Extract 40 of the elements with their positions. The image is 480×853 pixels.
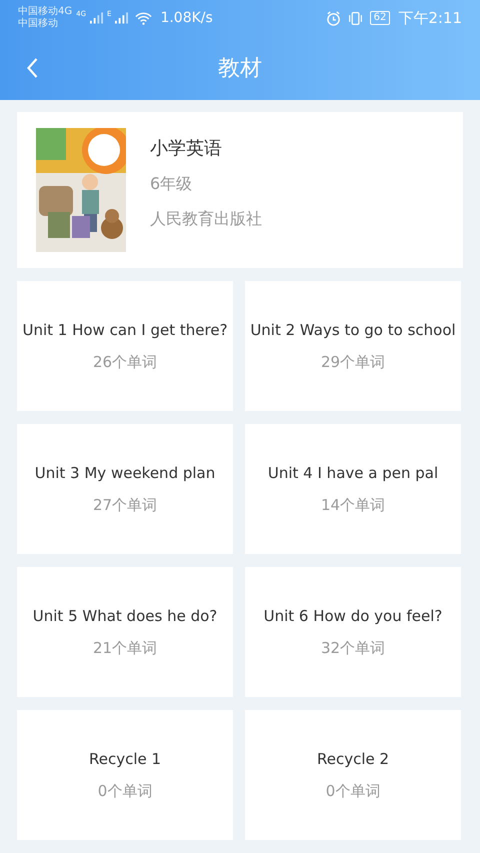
word-count: 29个单词 (320, 352, 386, 372)
word-count: 0个单词 (98, 782, 152, 800)
clock: 下午2:11 (398, 8, 462, 28)
unit-card[interactable]: Unit 2 Ways to go to school 29个单词 (245, 281, 461, 411)
unit-title: Unit 1 How can I get there? (22, 320, 228, 338)
word-count: 0个单词 (326, 782, 380, 800)
signal-icon (115, 12, 128, 24)
word-count: 26个单词 (92, 352, 158, 372)
unit-card[interactable]: Unit 1 How can I get there? 26个单词 (17, 281, 233, 411)
unit-card[interactable]: Unit 6 How do you feel? 32个单词 (245, 567, 461, 697)
unit-card[interactable]: Unit 4 I have a pen pal 14个单词 (245, 424, 461, 554)
book-card[interactable]: 小学英语 6年级 人民教育出版社 (17, 112, 463, 268)
unit-title: Unit 3 My weekend plan (34, 464, 216, 482)
book-publisher: 人民教育出版社 (150, 209, 262, 230)
signal-icon (90, 12, 104, 24)
unit-title: Unit 2 Ways to go to school (250, 320, 456, 338)
unit-title: Unit 4 I have a pen pal (268, 464, 438, 482)
book-grade: 6年级 (150, 174, 194, 195)
book-title: 小学英语 (150, 137, 223, 160)
back-icon[interactable] (26, 57, 39, 79)
vibrate-icon (348, 10, 363, 26)
unit-title: Recycle 2 (316, 750, 390, 768)
carrier-label: 中国移动4G (18, 6, 72, 18)
page-title: 教材 (218, 55, 262, 83)
unit-title: Unit 5 What does he do? (32, 606, 218, 624)
word-count: 32个单词 (320, 638, 386, 658)
network-speed: 1.08K/s (160, 10, 213, 26)
battery-indicator: 62 (370, 11, 390, 25)
unit-card[interactable]: Unit 5 What does he do? 21个单词 (17, 567, 233, 697)
unit-title: Unit 6 How do you feel? (264, 606, 442, 624)
word-count: 21个单词 (92, 638, 158, 658)
word-count: 14个单词 (320, 496, 386, 514)
carrier-label: 中国移动 (18, 18, 59, 30)
unit-title: Recycle 1 (88, 750, 162, 768)
unit-card[interactable]: Recycle 2 0个单词 (245, 710, 461, 840)
wifi-icon (135, 12, 152, 24)
alarm-icon (326, 10, 341, 26)
unit-card[interactable]: Unit 3 My weekend plan 27个单词 (17, 424, 233, 554)
unit-card[interactable]: Recycle 1 0个单词 (17, 710, 233, 840)
word-count: 27个单词 (92, 496, 158, 514)
